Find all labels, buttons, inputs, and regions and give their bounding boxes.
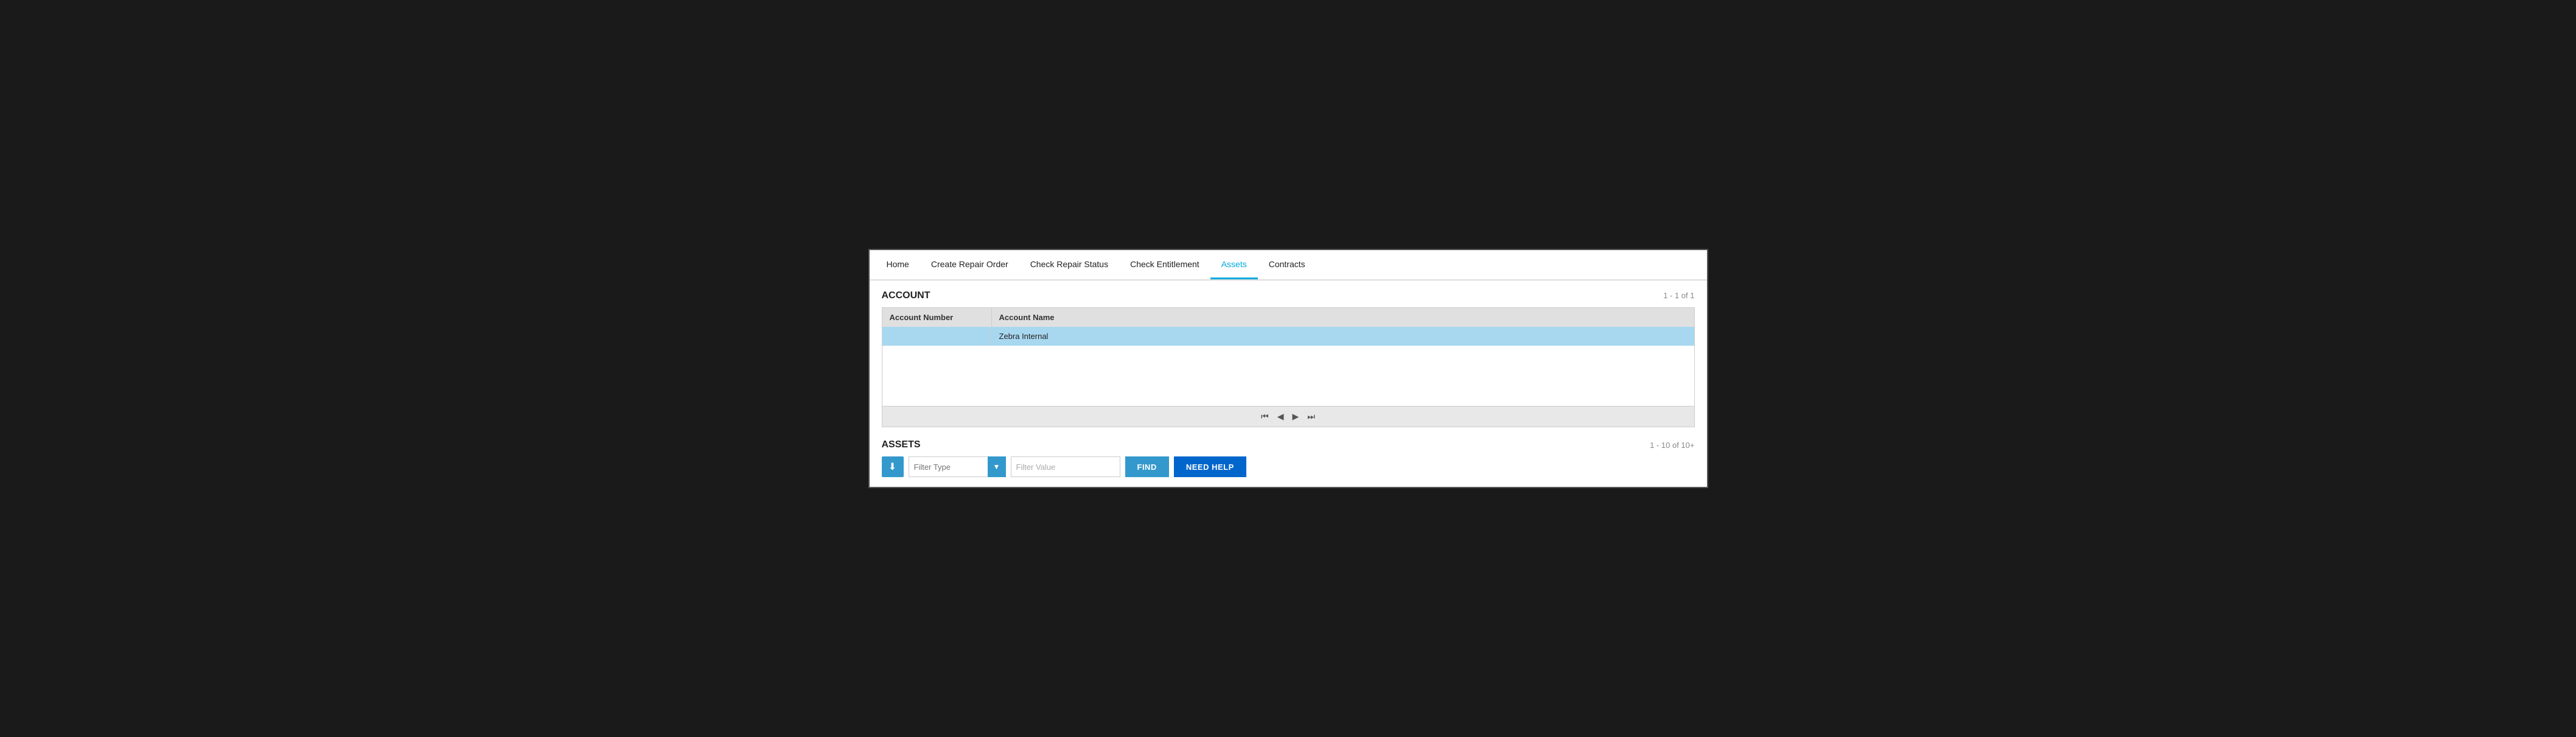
account-section-title: ACCOUNT xyxy=(882,290,930,301)
assets-controls: ⬇ ▼ FIND NEED HELP xyxy=(882,456,1695,477)
assets-section-title: ASSETS xyxy=(882,439,921,450)
account-number-cell xyxy=(882,327,991,346)
account-name-cell: Zebra Internal xyxy=(991,327,1694,346)
assets-section: ASSETS 1 - 10 of 10+ ⬇ ▼ FIND NEED HELP xyxy=(882,439,1695,477)
nav-item-check-entitlement[interactable]: Check Entitlement xyxy=(1119,251,1210,279)
download-button[interactable]: ⬇ xyxy=(882,456,904,477)
first-page-button[interactable]: ⏮ xyxy=(1258,410,1271,423)
nav-item-home[interactable]: Home xyxy=(876,251,920,279)
account-table-row[interactable]: Zebra Internal xyxy=(882,327,1694,346)
account-table-empty-row xyxy=(882,346,1694,407)
account-number-header: Account Number xyxy=(882,307,991,327)
last-page-button[interactable]: ⏭ xyxy=(1305,410,1318,423)
account-empty-cell xyxy=(882,346,1694,407)
main-content: ACCOUNT 1 - 1 of 1 Account Number Accoun… xyxy=(870,281,1707,487)
download-icon: ⬇ xyxy=(888,461,896,473)
prev-page-button[interactable]: ◀ xyxy=(1275,410,1286,423)
assets-pagination-info: 1 - 10 of 10+ xyxy=(1650,441,1694,450)
find-button[interactable]: FIND xyxy=(1125,456,1169,477)
account-name-header: Account Name xyxy=(991,307,1694,327)
account-pagination-info: 1 - 1 of 1 xyxy=(1663,291,1694,300)
nav-item-create-repair-order[interactable]: Create Repair Order xyxy=(920,251,1019,279)
nav-item-check-repair-status[interactable]: Check Repair Status xyxy=(1019,251,1119,279)
account-table: Account Number Account Name Zebra Intern… xyxy=(882,307,1695,407)
account-table-header-row: Account Number Account Name xyxy=(882,307,1694,327)
assets-section-header: ASSETS 1 - 10 of 10+ xyxy=(882,439,1695,450)
app-container: Home Create Repair Order Check Repair St… xyxy=(868,249,1708,489)
nav-bar: Home Create Repair Order Check Repair St… xyxy=(870,250,1707,281)
filter-type-input[interactable] xyxy=(909,456,1006,477)
nav-item-assets[interactable]: Assets xyxy=(1210,251,1258,279)
filter-type-container: ▼ xyxy=(909,456,1006,477)
nav-item-contracts[interactable]: Contracts xyxy=(1258,251,1316,279)
need-help-button[interactable]: NEED HELP xyxy=(1174,456,1246,477)
account-section-header: ACCOUNT 1 - 1 of 1 xyxy=(882,290,1695,301)
account-table-footer: ⏮ ◀ ▶ ⏭ xyxy=(882,407,1695,427)
next-page-button[interactable]: ▶ xyxy=(1290,410,1302,423)
filter-value-input[interactable] xyxy=(1011,456,1120,477)
